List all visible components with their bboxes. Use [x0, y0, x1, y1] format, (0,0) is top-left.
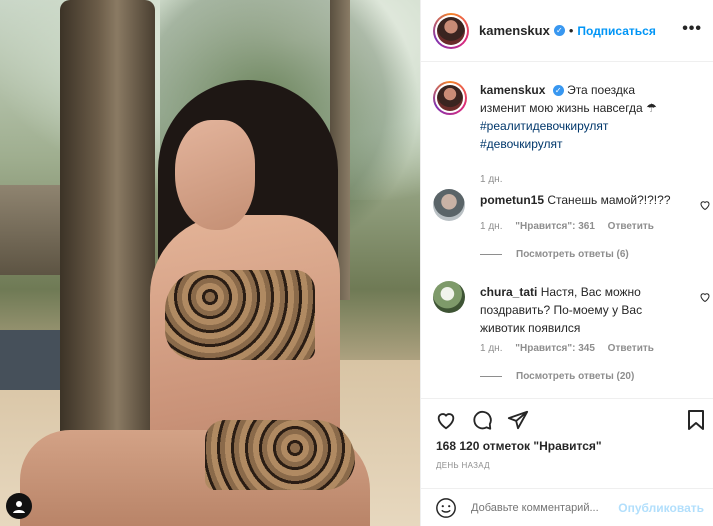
- publish-button[interactable]: Опубликовать: [618, 501, 704, 515]
- more-options-button[interactable]: •••: [682, 21, 702, 37]
- post-side-panel: kamenskux ✓ • Подписаться ••• kamenskux …: [420, 0, 713, 526]
- replies-line: [480, 254, 502, 255]
- heart-icon[interactable]: [699, 199, 711, 211]
- comment-avatar[interactable]: [433, 281, 465, 313]
- post-actions: 168 120 отметок "Нравится" ДЕНЬ НАЗАД: [421, 398, 713, 488]
- hashtag-link[interactable]: #реалитидевочкирулят: [480, 119, 608, 133]
- heart-icon[interactable]: [435, 409, 457, 431]
- replies-line: [480, 376, 502, 377]
- view-replies-button[interactable]: Посмотреть ответы (6): [480, 249, 629, 260]
- comment-likes[interactable]: "Нравится": 361: [515, 221, 595, 232]
- reply-button[interactable]: Ответить: [608, 221, 654, 232]
- view-replies-label: Посмотреть ответы (6): [516, 249, 629, 260]
- comment-likes[interactable]: "Нравится": 345: [515, 343, 595, 354]
- caption-username[interactable]: kamenskux: [480, 83, 545, 97]
- post-date: ДЕНЬ НАЗАД: [436, 461, 490, 470]
- comment-username[interactable]: chura_tati: [480, 285, 537, 299]
- comment-composer: Опубликовать: [421, 488, 713, 526]
- comment-username[interactable]: pometun15: [480, 193, 544, 207]
- caption: kamenskux ✓ Эта поездка изменит мою жизн…: [433, 81, 703, 185]
- photo-bikini-bottom: [205, 420, 355, 490]
- post-header: kamenskux ✓ • Подписаться •••: [421, 0, 713, 62]
- comment-avatar[interactable]: [433, 189, 465, 221]
- verified-icon: ✓: [553, 25, 565, 36]
- comment-text: Станешь мамой?!?!??: [547, 193, 671, 207]
- reply-button[interactable]: Ответить: [608, 343, 654, 354]
- instagram-post: kamenskux ✓ • Подписаться ••• kamenskux …: [0, 0, 713, 526]
- post-photo[interactable]: [0, 0, 420, 526]
- hashtag-link[interactable]: #девочкирулят: [480, 137, 562, 151]
- view-replies-label: Посмотреть ответы (20): [516, 371, 635, 382]
- follow-button[interactable]: Подписаться: [577, 24, 655, 38]
- emoji-icon[interactable]: [435, 497, 457, 519]
- likes-count[interactable]: 168 120 отметок "Нравится": [436, 439, 602, 453]
- photo-lounger: [0, 330, 60, 390]
- comments-list[interactable]: kamenskux ✓ Эта поездка изменит мою жизн…: [421, 63, 713, 398]
- verified-icon: ✓: [552, 85, 564, 96]
- bookmark-icon[interactable]: [686, 409, 706, 431]
- separator-dot: •: [568, 23, 574, 38]
- comment-time: 1 дн.: [480, 343, 503, 354]
- photo-hut: [0, 185, 60, 275]
- comment-icon[interactable]: [471, 409, 493, 431]
- avatar[interactable]: [433, 12, 469, 49]
- photo-bikini-top: [165, 270, 315, 360]
- view-replies-button[interactable]: Посмотреть ответы (20): [480, 371, 634, 382]
- heart-icon[interactable]: [699, 291, 711, 303]
- user-tag-icon[interactable]: [6, 493, 32, 519]
- header-username[interactable]: kamenskux: [479, 23, 550, 38]
- photo-face: [175, 120, 255, 230]
- comment-time: 1 дн.: [480, 221, 503, 232]
- share-icon[interactable]: [507, 409, 529, 431]
- caption-avatar[interactable]: [433, 81, 467, 115]
- comment-input[interactable]: [471, 501, 631, 514]
- caption-time: 1 дн.: [480, 174, 503, 185]
